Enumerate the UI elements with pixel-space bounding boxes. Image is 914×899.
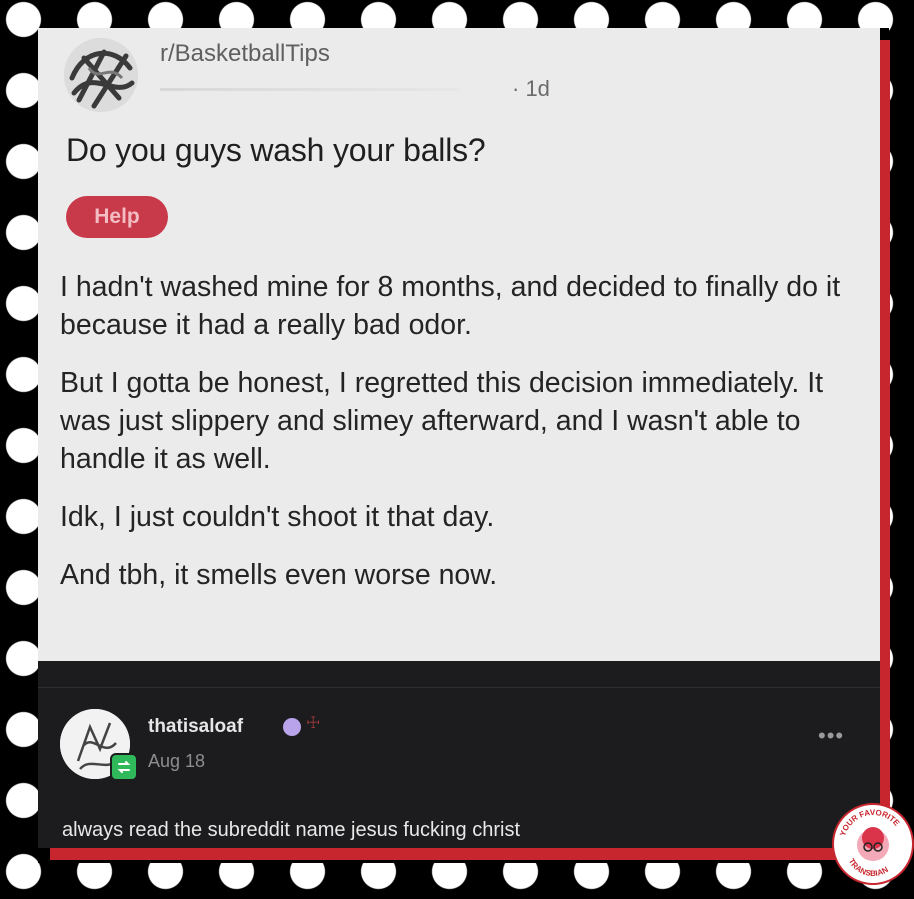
subreddit-name[interactable]: r/BasketballTips	[160, 40, 330, 68]
post-paragraph: I hadn't washed mine for 8 months, and d…	[60, 271, 841, 341]
more-options-button[interactable]: •••	[818, 723, 844, 749]
comment-text: always read the subreddit name jesus fuc…	[62, 819, 521, 841]
post-title[interactable]: Do you guys wash your balls?	[66, 132, 486, 169]
post-paragraph: Idk, I just couldn't shoot it that day.	[60, 501, 495, 533]
divider	[38, 687, 880, 688]
post-paragraph: And tbh, it smells even worse now.	[60, 559, 498, 591]
post-body: I hadn't washed mine for 8 months, and d…	[60, 268, 878, 614]
post-paragraph: But I gotta be honest, I regretted this …	[60, 367, 824, 475]
subreddit-avatar[interactable]	[64, 38, 138, 112]
extra-badge-icon: ☩	[306, 715, 321, 732]
reddit-post-card: r/BasketballTips · 1d Do you guys wash y…	[38, 28, 880, 661]
post-meta: · 1d	[160, 76, 600, 102]
post-age: · 1d	[512, 76, 550, 101]
comment-date: Aug 18	[148, 751, 206, 771]
commenter-username[interactable]: thatisaloaf	[148, 716, 243, 738]
verified-icon	[283, 718, 301, 736]
redacted-author	[160, 88, 460, 91]
red-border-bottom	[50, 848, 890, 860]
repost-badge-icon	[110, 753, 138, 781]
flair-badge[interactable]: Help	[66, 196, 168, 238]
comment-card: thatisaloaf ☩ Aug 18 ••• always read the…	[38, 661, 880, 848]
watermark-stamp-logo: YOUR FAVORITE TRANSBIAN	[832, 803, 914, 885]
